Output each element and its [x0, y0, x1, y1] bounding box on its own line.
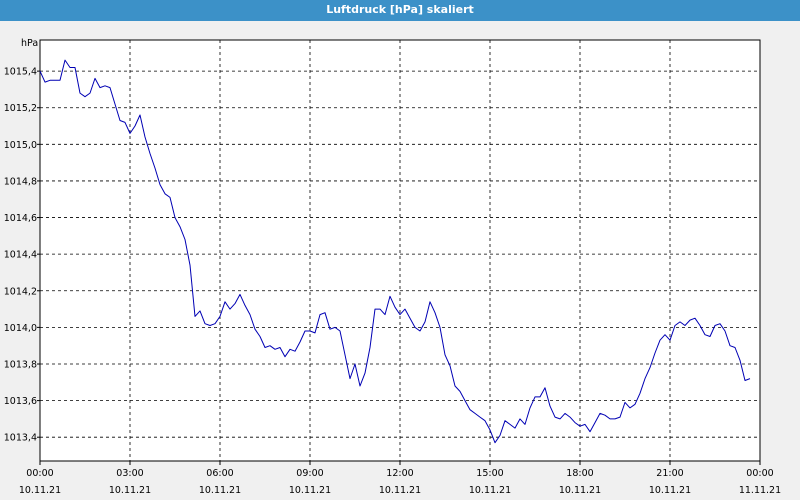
- y-axis-ticks: 1013,4 1013,6 1013,8 1014,0 1014,2 1014,4 1014…: [4, 67, 40, 444]
- y-tick-label: 1014,4: [4, 250, 37, 261]
- y-tick-label: 1013,8: [4, 359, 37, 370]
- chart-title: Luftdruck [hPa] skaliert: [0, 0, 800, 21]
- y-tick-label: 1015,2: [4, 103, 37, 114]
- x-tick-date-label: 10.11.21: [379, 485, 421, 496]
- x-tick-time-label: 18:00: [566, 468, 593, 479]
- x-tick-date-label: 10.11.21: [469, 485, 511, 496]
- x-tick-date-label: 11.11.21: [739, 485, 781, 496]
- y-tick-label: 1014,8: [4, 176, 37, 187]
- y-tick-label: 1014,2: [4, 286, 37, 297]
- y-tick-label: 1014,6: [4, 213, 37, 224]
- x-tick-time-label: 00:00: [26, 468, 53, 479]
- x-tick-date-label: 10.11.21: [559, 485, 601, 496]
- x-tick-date-label: 10.11.21: [649, 485, 691, 496]
- x-axis-ticks: 00:00 10.11.21 03:00 10.11.21 06:00 10.11.21 0…: [19, 461, 781, 496]
- x-tick-time-label: 09:00: [296, 468, 323, 479]
- x-tick-time-label: 06:00: [206, 468, 233, 479]
- x-tick-time-label: 03:00: [116, 468, 143, 479]
- y-tick-label: 1013,4: [4, 433, 37, 444]
- y-axis-label: hPa: [21, 38, 38, 49]
- y-tick-label: 1015,4: [4, 67, 37, 78]
- line-chart: 1013,4 1013,6 1013,8 1014,0 1014,2 1014,4 1014…: [4, 38, 781, 496]
- x-tick-time-label: 15:00: [476, 468, 503, 479]
- x-tick-time-label: 12:00: [386, 468, 413, 479]
- x-tick-time-label: 00:00: [746, 468, 773, 479]
- x-tick-date-label: 10.11.21: [199, 485, 241, 496]
- x-tick-date-label: 10.11.21: [109, 485, 151, 496]
- y-tick-label: 1013,6: [4, 396, 37, 407]
- x-tick-time-label: 21:00: [656, 468, 683, 479]
- y-tick-label: 1014,0: [4, 323, 37, 334]
- x-tick-date-label: 10.11.21: [19, 485, 61, 496]
- y-tick-label: 1015,0: [4, 140, 37, 151]
- x-tick-date-label: 10.11.21: [289, 485, 331, 496]
